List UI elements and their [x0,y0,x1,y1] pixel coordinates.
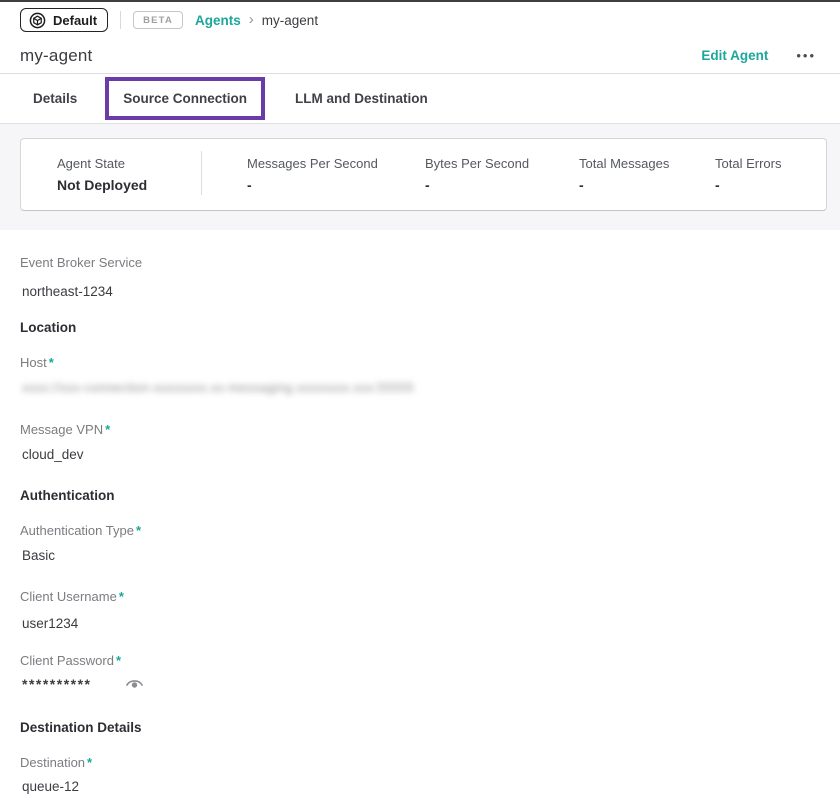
required-asterisk: * [87,755,92,770]
breadcrumb-agents-link[interactable]: Agents [195,13,241,28]
destination-value: queue-12 [20,779,820,795]
stat-label: Agent State [57,156,147,171]
show-password-button[interactable] [123,674,146,693]
section-destination-details: Destination Details [20,720,820,736]
stat-value: - [247,177,378,193]
stats-band: Agent State Not Deployed Messages Per Se… [0,124,840,230]
authentication-type-label: Authentication Type* [20,523,820,539]
agent-detail-page: Default BETA Agents › my-agent my-agent … [0,0,840,805]
tab-bar: Details Source Connection LLM and Destin… [0,74,840,124]
stat-bytes-per-second: Bytes Per Second - [425,156,529,193]
client-password-label: Client Password* [20,653,820,669]
client-password-row: ********** [20,674,820,693]
breadcrumb: Agents › my-agent [195,13,318,28]
breadcrumb-current: my-agent [262,13,318,28]
eye-icon [125,679,144,694]
stat-label: Total Errors [715,156,781,171]
page-title: my-agent [20,46,92,66]
workspace-selector-button[interactable]: Default [20,8,108,32]
event-broker-service-value: northeast-1234 [20,284,820,300]
stat-value: - [715,177,781,193]
workspace-name: Default [53,13,97,28]
section-location: Location [20,320,820,336]
required-asterisk: * [116,653,121,668]
message-vpn-value: cloud_dev [20,447,820,463]
stats-divider [201,151,202,195]
authentication-type-value: Basic [20,548,820,564]
required-asterisk: * [49,355,54,370]
redacted-text: xxxx://xxx-connection-xxxxxxxx.xx-messag… [22,381,414,395]
stat-label: Messages Per Second [247,156,378,171]
cube-icon [29,12,46,29]
client-password-masked-value: ********** [20,676,91,692]
annotation-highlight-box: Source Connection [105,77,265,120]
stat-total-errors: Total Errors - [715,156,781,193]
host-label: Host* [20,355,820,371]
beta-badge: BETA [133,11,183,29]
stat-messages-per-second: Messages Per Second - [247,156,378,193]
event-broker-service-label: Event Broker Service [20,255,820,271]
agent-stats-card: Agent State Not Deployed Messages Per Se… [20,138,827,211]
stat-value: - [579,177,669,193]
stat-label: Total Messages [579,156,669,171]
edit-agent-button[interactable]: Edit Agent [701,48,768,63]
topbar-divider [120,11,121,29]
section-authentication: Authentication [20,488,820,504]
required-asterisk: * [136,523,141,538]
tab-llm-and-destination[interactable]: LLM and Destination [279,74,444,123]
required-asterisk: * [119,589,124,604]
client-username-label: Client Username* [20,589,820,605]
required-asterisk: * [105,422,110,437]
stat-value: - [425,177,529,193]
stat-label: Bytes Per Second [425,156,529,171]
stat-agent-state: Agent State Not Deployed [57,156,147,193]
stat-total-messages: Total Messages - [579,156,669,193]
tab-details[interactable]: Details [17,74,93,123]
chevron-right-icon: › [249,12,254,27]
destination-label: Destination* [20,755,820,771]
tab-source-connection[interactable]: Source Connection [109,81,261,116]
more-options-icon[interactable]: ••• [794,45,818,66]
message-vpn-label: Message VPN* [20,422,820,438]
host-value-redacted: xxxx://xxx-connection-xxxxxxxx.xx-messag… [20,380,820,396]
client-username-value: user1234 [20,616,820,632]
top-bar: Default BETA Agents › my-agent [0,2,840,38]
source-connection-form: Event Broker Service northeast-1234 Loca… [0,230,840,795]
page-header: my-agent Edit Agent ••• [0,38,840,73]
stat-value: Not Deployed [57,177,147,193]
